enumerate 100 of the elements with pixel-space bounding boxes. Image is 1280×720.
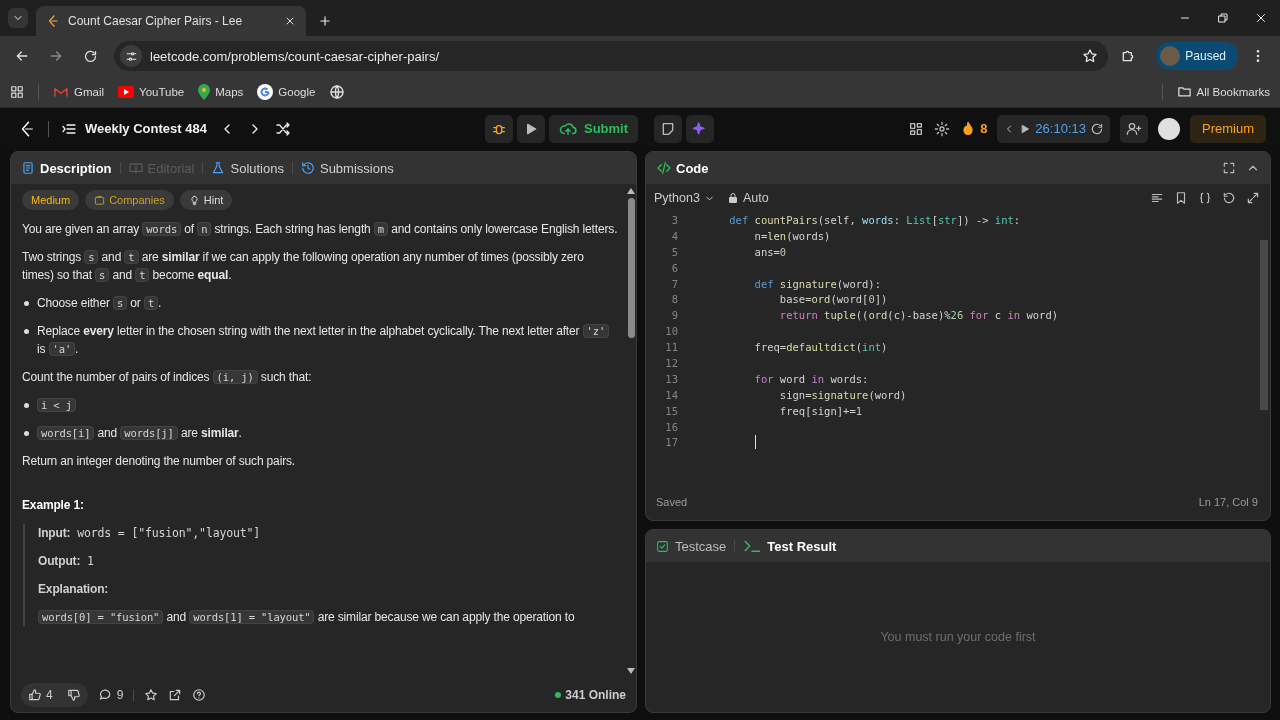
tag-chip[interactable]: Medium	[22, 190, 80, 210]
line-number: 8	[670, 293, 679, 306]
bullet-icon	[24, 301, 29, 306]
star-icon	[144, 688, 159, 702]
braces-button[interactable]	[1198, 191, 1212, 205]
close-tab-button[interactable]	[284, 15, 296, 27]
submit-button[interactable]: Submit	[548, 114, 639, 143]
flask-icon	[211, 161, 226, 175]
language-dropdown[interactable]: Python3	[654, 191, 715, 205]
globe-icon	[329, 83, 346, 100]
timer-reset-button[interactable]	[1089, 121, 1104, 136]
code-line: freq=defaultdict(int)	[753, 341, 888, 354]
user-avatar[interactable]	[1157, 117, 1180, 140]
timer-play-button[interactable]	[1019, 122, 1032, 135]
notes-button[interactable]	[654, 114, 683, 143]
debug-button[interactable]	[484, 114, 513, 143]
apps-button[interactable]	[10, 84, 24, 99]
line-number: 7	[670, 277, 679, 290]
settings-button[interactable]	[934, 120, 951, 137]
comment-icon	[97, 688, 112, 702]
bullet-icon	[24, 329, 29, 334]
description-paragraph: Count the number of pairs of indices (i, j) such that:	[22, 369, 313, 386]
bookmark-star-button[interactable]	[1082, 48, 1099, 64]
panel-tab[interactable]: Test Result	[743, 537, 837, 555]
bookmark-link[interactable]	[329, 83, 346, 100]
ai-assist-button[interactable]	[686, 114, 715, 143]
line-number: 15	[664, 404, 679, 417]
premium-button[interactable]: Premium	[1189, 114, 1266, 143]
online-count: 341 Online	[555, 688, 626, 702]
bookmark-link[interactable]: Gmail	[53, 83, 105, 100]
add-user-button[interactable]	[1119, 114, 1148, 143]
tab-title: Count Caesar Cipher Pairs - Lee	[68, 14, 244, 28]
empty-result-message: You must run your code first	[880, 630, 1036, 644]
line-number: 4	[670, 229, 679, 242]
browser-tab[interactable]: Count Caesar Cipher Pairs - Lee	[36, 6, 306, 36]
help-icon	[192, 688, 207, 702]
new-tab-button[interactable]	[318, 14, 332, 28]
expand-button[interactable]	[1246, 191, 1260, 205]
thumbs-up-icon	[28, 688, 42, 702]
line-number: 11	[664, 341, 679, 354]
bookmark-link[interactable]: Google	[257, 83, 316, 100]
code-line: def signature(word):	[753, 277, 882, 290]
share-icon	[168, 688, 183, 702]
description-paragraph: Two strings s and t are similar if we can apply the following operation any number of times (possibly zero times) so that s and t become equal.	[22, 249, 585, 284]
shuffle-button[interactable]	[274, 120, 291, 137]
tab-search-button[interactable]	[8, 8, 28, 28]
bookmark-link[interactable]: Maps	[198, 83, 244, 100]
bullet-icon	[24, 431, 29, 436]
streak-counter[interactable]: 8	[960, 120, 988, 137]
panel-tab[interactable]: Testcase	[656, 538, 727, 554]
panel-tab[interactable]: Submissions	[300, 160, 394, 176]
reset-button[interactable]	[1222, 191, 1236, 205]
map-pin-icon	[198, 83, 211, 100]
example-line: words[0] = "fusion" and words[1] = "layout" are similar because we can apply the operation to	[38, 608, 618, 626]
avatar-icon	[1160, 46, 1181, 66]
favorite-button[interactable]	[144, 688, 159, 702]
youtube-icon	[118, 85, 135, 98]
run-button[interactable]	[516, 114, 545, 143]
example-line: Explanation:	[38, 581, 110, 598]
bullet-text: Choose either s or t .	[37, 295, 162, 312]
bookmark-link[interactable]: YouTube	[118, 85, 185, 98]
bullet-text: Replace every letter in the chosen string with the next letter in the alphabet cyclically. The next letter after 'z' is 'a' .	[37, 322, 618, 358]
example-heading: Example 1:	[22, 497, 85, 514]
help-button[interactable]	[192, 688, 207, 702]
profile-button[interactable]: Paused	[1156, 42, 1238, 70]
code-line: for word in words:	[753, 372, 869, 385]
google-icon	[257, 83, 274, 100]
problem-list-button[interactable]: Weekly Contest 484	[61, 120, 207, 137]
history-icon	[300, 161, 315, 175]
address-bar[interactable]: leetcode.com/problems/count-caesar-cipher-pairs/	[114, 41, 1109, 71]
lock-icon	[726, 192, 739, 204]
close-icon	[284, 15, 296, 27]
tag-chip[interactable]: Hint	[179, 190, 233, 210]
grid-icon	[10, 84, 24, 99]
panel-tab[interactable]: Description	[21, 160, 112, 176]
layout-button[interactable]	[908, 120, 925, 137]
tag-chip[interactable]: Companies	[85, 190, 174, 210]
bookmark-button[interactable]	[1174, 191, 1188, 205]
thumbs-down-icon	[66, 688, 81, 702]
line-number: 10	[664, 325, 679, 338]
share-button[interactable]	[168, 688, 183, 702]
fullscreen-button[interactable]	[1222, 161, 1236, 175]
example-line: Input: words = ["fusion","layout"]	[38, 525, 262, 542]
line-number: 5	[670, 245, 679, 258]
site-info-button[interactable]	[120, 45, 142, 67]
building-icon	[94, 194, 106, 206]
align-left-icon	[1150, 191, 1164, 205]
book-icon	[128, 161, 143, 175]
all-bookmarks-button[interactable]: All Bookmarks	[1176, 84, 1270, 99]
star-icon	[1082, 48, 1099, 64]
format-button[interactable]	[1150, 191, 1164, 205]
code-panel-title: Code	[656, 160, 709, 176]
save-status: Saved	[656, 496, 688, 508]
code-line: n=len(words)	[753, 229, 831, 242]
panel-tab[interactable]: Solutions	[211, 160, 284, 176]
close-icon	[1255, 12, 1267, 24]
line-number: 9	[670, 309, 679, 322]
line-number: 13	[664, 372, 679, 385]
comments-button[interactable]: 9	[97, 688, 124, 702]
description-paragraph: You are given an array words of n strings. Each string has length m and contains only lowercase English letters.	[22, 221, 618, 238]
